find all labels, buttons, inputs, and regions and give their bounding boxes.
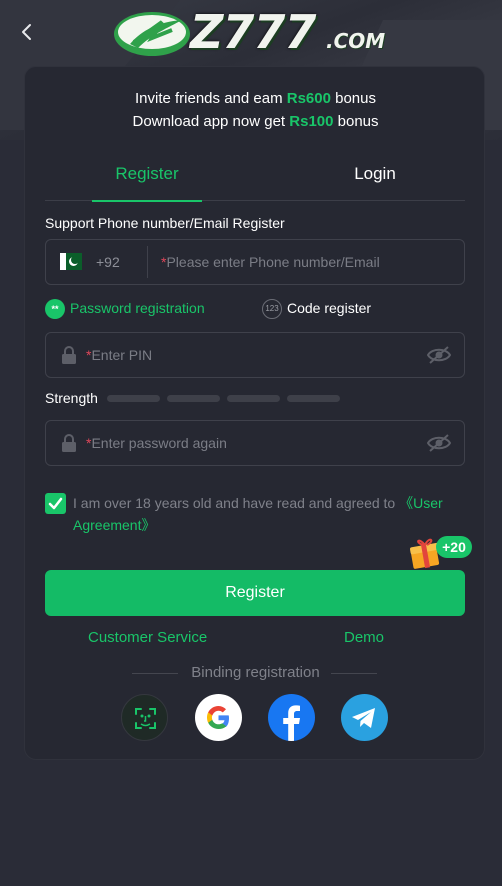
google-icon xyxy=(207,706,229,729)
code-register-option[interactable]: 123 Code register xyxy=(262,297,372,320)
facebook-button[interactable] xyxy=(268,694,315,741)
back-button[interactable] xyxy=(14,18,40,46)
country-code[interactable]: +92 xyxy=(96,240,120,284)
promo-text: Invite friends and eam Rs600 bonus Downl… xyxy=(25,87,486,133)
strength-bar xyxy=(227,395,280,402)
facebook-icon xyxy=(283,705,300,741)
agreement-text-body: I am over 18 years old and have read and… xyxy=(73,495,400,511)
phone-placeholder-text: Please enter Phone number/Email xyxy=(166,254,380,270)
checkmark-icon xyxy=(48,497,63,510)
phone-placeholder: *Please enter Phone number/Email xyxy=(161,240,380,284)
face-id-icon xyxy=(135,708,156,729)
tab-register[interactable]: Register xyxy=(92,155,202,202)
pin-field[interactable]: *Enter PIN xyxy=(45,332,465,378)
chevron-left-icon xyxy=(22,24,31,40)
customer-service-link[interactable]: Customer Service xyxy=(88,629,207,646)
tab-login[interactable]: Login xyxy=(320,155,430,201)
demo-link[interactable]: Demo xyxy=(344,629,384,646)
lock-icon xyxy=(62,346,76,364)
telegram-button[interactable] xyxy=(341,694,388,741)
promo-text-part: bonus xyxy=(333,113,379,130)
promo-text-part: Download app now get xyxy=(132,113,290,130)
lock-icon xyxy=(62,434,76,452)
confirm-placeholder-text: Enter password again xyxy=(91,435,227,451)
promo-text-part: bonus xyxy=(330,90,376,107)
promo-text-part: Invite friends and eam xyxy=(134,90,287,107)
agreement-checkbox[interactable] xyxy=(45,493,66,514)
eye-off-icon[interactable] xyxy=(427,433,451,453)
confirm-password-field[interactable]: *Enter password again xyxy=(45,420,465,466)
register-button[interactable]: Register xyxy=(45,570,465,616)
google-button[interactable] xyxy=(195,694,242,741)
strength-bar xyxy=(287,395,340,402)
site-logo: Z777 .COM xyxy=(112,6,397,58)
promo-line-invite: Invite friends and eam Rs600 bonus xyxy=(25,87,486,110)
divider xyxy=(147,246,148,278)
password-registration-option[interactable]: ** Password registration xyxy=(45,297,205,320)
binding-label: Binding registration xyxy=(191,664,320,681)
numeric-code-icon: 123 xyxy=(262,299,282,320)
promo-amount: Rs100 xyxy=(289,113,334,130)
auth-tabs: Register Login xyxy=(45,155,465,202)
divider-line xyxy=(331,673,377,674)
strength-bar xyxy=(167,395,220,402)
logo-text: Z777 xyxy=(190,5,316,59)
promo-amount: Rs600 xyxy=(286,90,331,107)
agreement-text: I am over 18 years old and have read and… xyxy=(73,492,473,536)
option-label: Password registration xyxy=(70,300,205,316)
pin-placeholder-text: Enter PIN xyxy=(91,347,153,363)
pin-placeholder: *Enter PIN xyxy=(86,333,152,377)
strength-label: Strength xyxy=(45,390,98,406)
register-card: Invite friends and eam Rs600 bonus Downl… xyxy=(24,66,485,760)
eye-off-icon[interactable] xyxy=(427,345,451,365)
confirm-placeholder: *Enter password again xyxy=(86,421,227,465)
promo-line-download: Download app now get Rs100 bonus xyxy=(25,110,486,133)
face-id-button[interactable] xyxy=(121,694,168,741)
phone-field[interactable]: +92 *Please enter Phone number/Email xyxy=(45,239,465,285)
logo-suffix: .COM xyxy=(326,29,386,53)
logo-emblem xyxy=(114,12,190,56)
phone-label: Support Phone number/Email Register xyxy=(45,215,285,231)
strength-bar xyxy=(107,395,160,402)
bonus-badge: +20 xyxy=(436,536,472,558)
option-label: Code register xyxy=(287,300,372,316)
telegram-icon xyxy=(352,708,375,728)
pakistan-flag-icon[interactable] xyxy=(60,253,82,270)
password-icon: ** xyxy=(45,299,65,320)
